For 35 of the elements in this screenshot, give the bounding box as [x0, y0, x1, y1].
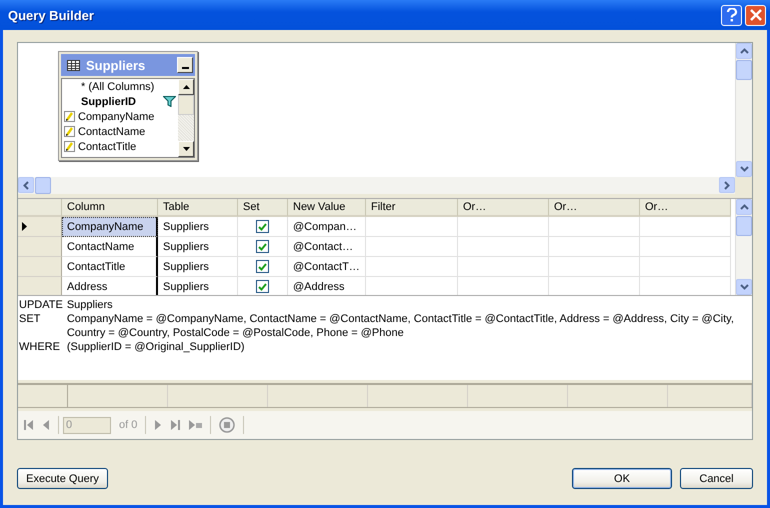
window-title: Query Builder — [8, 8, 95, 22]
column-item[interactable]: * (All Columns) — [62, 79, 178, 94]
table-cell[interactable]: @Compan… — [288, 217, 366, 237]
sql-text: Suppliers — [66, 298, 114, 312]
sql-keyword: WHERE — [19, 340, 61, 354]
column-header[interactable]: Table — [158, 199, 238, 217]
column-header[interactable]: Or… — [640, 199, 731, 217]
column-header[interactable]: Or… — [549, 199, 640, 217]
column-item[interactable]: ContactTitle — [62, 139, 178, 154]
execute-query-button[interactable]: Execute Query — [17, 468, 108, 489]
column-header[interactable]: New Value — [288, 199, 366, 217]
table-cell[interactable]: @ContactT… — [288, 257, 366, 277]
sql-text: CompanyName = @CompanyName, ContactName = @ContactName, ContactTitle = @ContactTitle, Address = @Address, City = @City, Country = @Country, PostalCode = @PostalCode, Phone = @Phone — [66, 312, 735, 340]
table-cell[interactable]: ContactTitle — [62, 257, 158, 277]
table-cell[interactable]: Suppliers — [158, 217, 238, 237]
column-item[interactable]: ContactName — [62, 124, 178, 139]
table-cell[interactable]: CompanyName — [62, 217, 158, 237]
column-item[interactable]: SupplierID — [62, 94, 178, 109]
ok-button[interactable]: OK — [572, 468, 672, 489]
table-title: Suppliers — [86, 58, 146, 72]
cancel-button[interactable]: Cancel — [680, 468, 753, 489]
sql-text: (SupplierID = @Original_SupplierID) — [66, 340, 246, 354]
table-cell[interactable]: Suppliers — [158, 257, 238, 277]
column-header[interactable]: Filter — [366, 199, 458, 217]
sql-keyword: UPDATE — [19, 298, 63, 312]
table-cell[interactable]: @Contact… — [288, 237, 366, 257]
sql-keyword: SET — [19, 312, 42, 327]
table-cell[interactable]: ContactName — [62, 237, 158, 257]
column-item[interactable]: CompanyName — [62, 109, 178, 124]
table-cell[interactable]: Suppliers — [158, 237, 238, 257]
column-header[interactable]: Or… — [458, 199, 549, 217]
column-header[interactable]: Set — [238, 199, 288, 217]
table-card[interactable]: Suppliers * (All Columns) SupplierID CompanyName ContactName ContactTitle — [58, 51, 198, 161]
column-header[interactable]: Column — [62, 199, 158, 217]
record-count: of 0 — [119, 419, 138, 431]
